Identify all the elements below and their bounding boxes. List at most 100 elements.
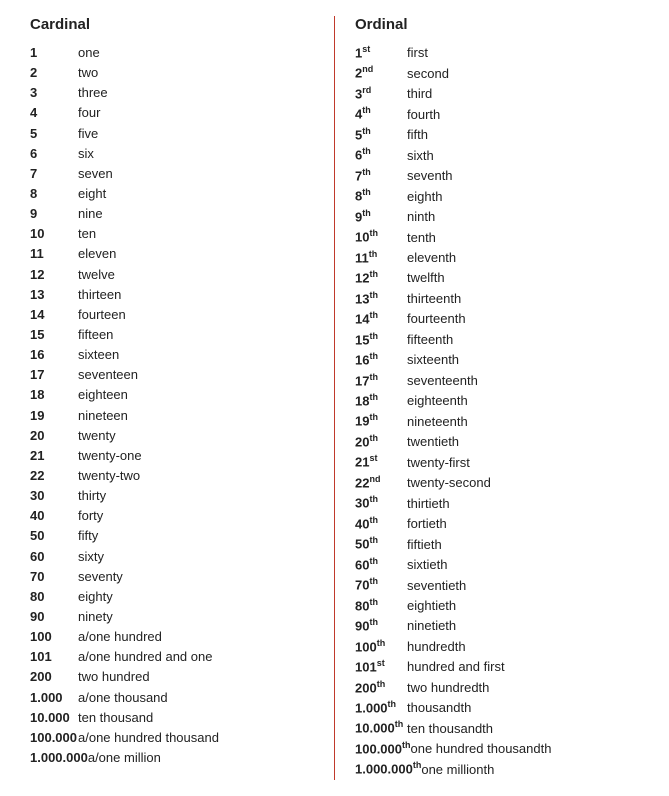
ordinal-word: tenth — [407, 228, 436, 248]
table-row: 13ththirteenth — [355, 289, 639, 309]
cardinal-word: thirteen — [78, 285, 121, 305]
cardinal-word: a/one million — [88, 748, 161, 768]
table-row: 101sthundred and first — [355, 657, 639, 677]
table-row: 15fifteen — [30, 325, 314, 345]
ordinal-suffix: th — [362, 187, 371, 197]
table-row: 90thninetieth — [355, 616, 639, 636]
cardinal-number: 8 — [30, 184, 78, 204]
table-row: 80eighty — [30, 587, 314, 607]
ordinal-suffix: rd — [362, 85, 371, 95]
cardinal-word: a/one hundred — [78, 627, 162, 647]
table-row: 22ndtwenty-second — [355, 473, 639, 493]
cardinal-word: two hundred — [78, 667, 150, 687]
cardinal-number: 101 — [30, 647, 78, 667]
table-row: 7seven — [30, 164, 314, 184]
table-row: 8theighth — [355, 186, 639, 206]
ordinal-suffix: st — [362, 44, 370, 54]
cardinal-number: 1 — [30, 43, 78, 63]
ordinal-number: 2nd — [355, 63, 407, 83]
ordinal-word: twelfth — [407, 268, 445, 288]
cardinal-word: three — [78, 83, 108, 103]
ordinal-word: sixteenth — [407, 350, 459, 370]
cardinal-number: 10.000 — [30, 708, 78, 728]
ordinal-word: fourth — [407, 105, 440, 125]
table-row: 14fourteen — [30, 305, 314, 325]
table-row: 3rdthird — [355, 84, 639, 104]
ordinal-number: 4th — [355, 104, 407, 124]
table-row: 1.000.000thone millionth — [355, 759, 639, 779]
table-row: 18eighteen — [30, 385, 314, 405]
cardinal-word: five — [78, 124, 98, 144]
ordinal-word: hundredth — [407, 637, 466, 657]
ordinal-number: 1.000.000th — [355, 759, 421, 779]
cardinal-word: sixteen — [78, 345, 119, 365]
ordinal-word: fiftieth — [407, 535, 442, 555]
cardinal-number: 6 — [30, 144, 78, 164]
table-row: 30thirty — [30, 486, 314, 506]
ordinal-number: 30th — [355, 493, 407, 513]
cardinal-word: eight — [78, 184, 106, 204]
ordinal-number: 14th — [355, 309, 407, 329]
ordinal-word: two hundredth — [407, 678, 489, 698]
table-row: 16sixteen — [30, 345, 314, 365]
cardinal-word: a/one hundred thousand — [78, 728, 219, 748]
cardinal-number: 16 — [30, 345, 78, 365]
cardinal-number: 21 — [30, 446, 78, 466]
ordinal-suffix: th — [369, 228, 378, 238]
cardinal-word: thirty — [78, 486, 106, 506]
cardinal-number: 50 — [30, 526, 78, 546]
table-row: 6six — [30, 144, 314, 164]
table-row: 60sixty — [30, 547, 314, 567]
ordinal-number: 16th — [355, 350, 407, 370]
table-row: 101a/one hundred and one — [30, 647, 314, 667]
cardinal-number: 90 — [30, 607, 78, 627]
ordinal-suffix: st — [369, 453, 377, 463]
table-row: 2two — [30, 63, 314, 83]
ordinal-word: thirtieth — [407, 494, 450, 514]
table-row: 3three — [30, 83, 314, 103]
ordinal-word: thousandth — [407, 698, 471, 718]
cardinal-number: 70 — [30, 567, 78, 587]
table-row: 12twelve — [30, 265, 314, 285]
ordinal-word: third — [407, 84, 432, 104]
table-row: 9nine — [30, 204, 314, 224]
cardinal-word: fifty — [78, 526, 98, 546]
table-row: 100.000a/one hundred thousand — [30, 728, 314, 748]
ordinal-suffix: nd — [362, 64, 373, 74]
ordinal-suffix: th — [362, 208, 371, 218]
cardinal-word: seventeen — [78, 365, 138, 385]
cardinal-word: nineteen — [78, 406, 128, 426]
cardinal-word: eighty — [78, 587, 113, 607]
table-row: 70thseventieth — [355, 575, 639, 595]
ordinal-suffix: th — [377, 679, 386, 689]
ordinal-suffix: th — [369, 392, 378, 402]
table-row: 30ththirtieth — [355, 493, 639, 513]
ordinal-suffix: th — [377, 638, 386, 648]
ordinal-suffix: th — [369, 433, 378, 443]
table-row: 11theleventh — [355, 248, 639, 268]
ordinal-word: ninetieth — [407, 616, 456, 636]
ordinal-number: 50th — [355, 534, 407, 554]
ordinal-suffix: th — [369, 331, 378, 341]
table-row: 1.000a/one thousand — [30, 688, 314, 708]
cardinal-number: 1.000 — [30, 688, 78, 708]
cardinal-number: 22 — [30, 466, 78, 486]
ordinal-suffix: th — [362, 126, 371, 136]
cardinal-number: 100.000 — [30, 728, 78, 748]
ordinal-number: 10.000th — [355, 718, 407, 738]
cardinal-number: 19 — [30, 406, 78, 426]
table-row: 1.000ththousandth — [355, 698, 639, 718]
cardinal-number: 100 — [30, 627, 78, 647]
cardinal-number: 10 — [30, 224, 78, 244]
ordinal-word: ten thousandth — [407, 719, 493, 739]
table-row: 1stfirst — [355, 43, 639, 63]
cardinal-word: nine — [78, 204, 103, 224]
ordinal-number: 200th — [355, 678, 407, 698]
cardinal-word: twenty-one — [78, 446, 142, 466]
cardinal-word: twenty — [78, 426, 116, 446]
cardinal-number: 200 — [30, 667, 78, 687]
ordinal-suffix: th — [362, 167, 371, 177]
ordinal-number: 10th — [355, 227, 407, 247]
ordinal-suffix: th — [369, 515, 378, 525]
ordinal-word: seventeenth — [407, 371, 478, 391]
